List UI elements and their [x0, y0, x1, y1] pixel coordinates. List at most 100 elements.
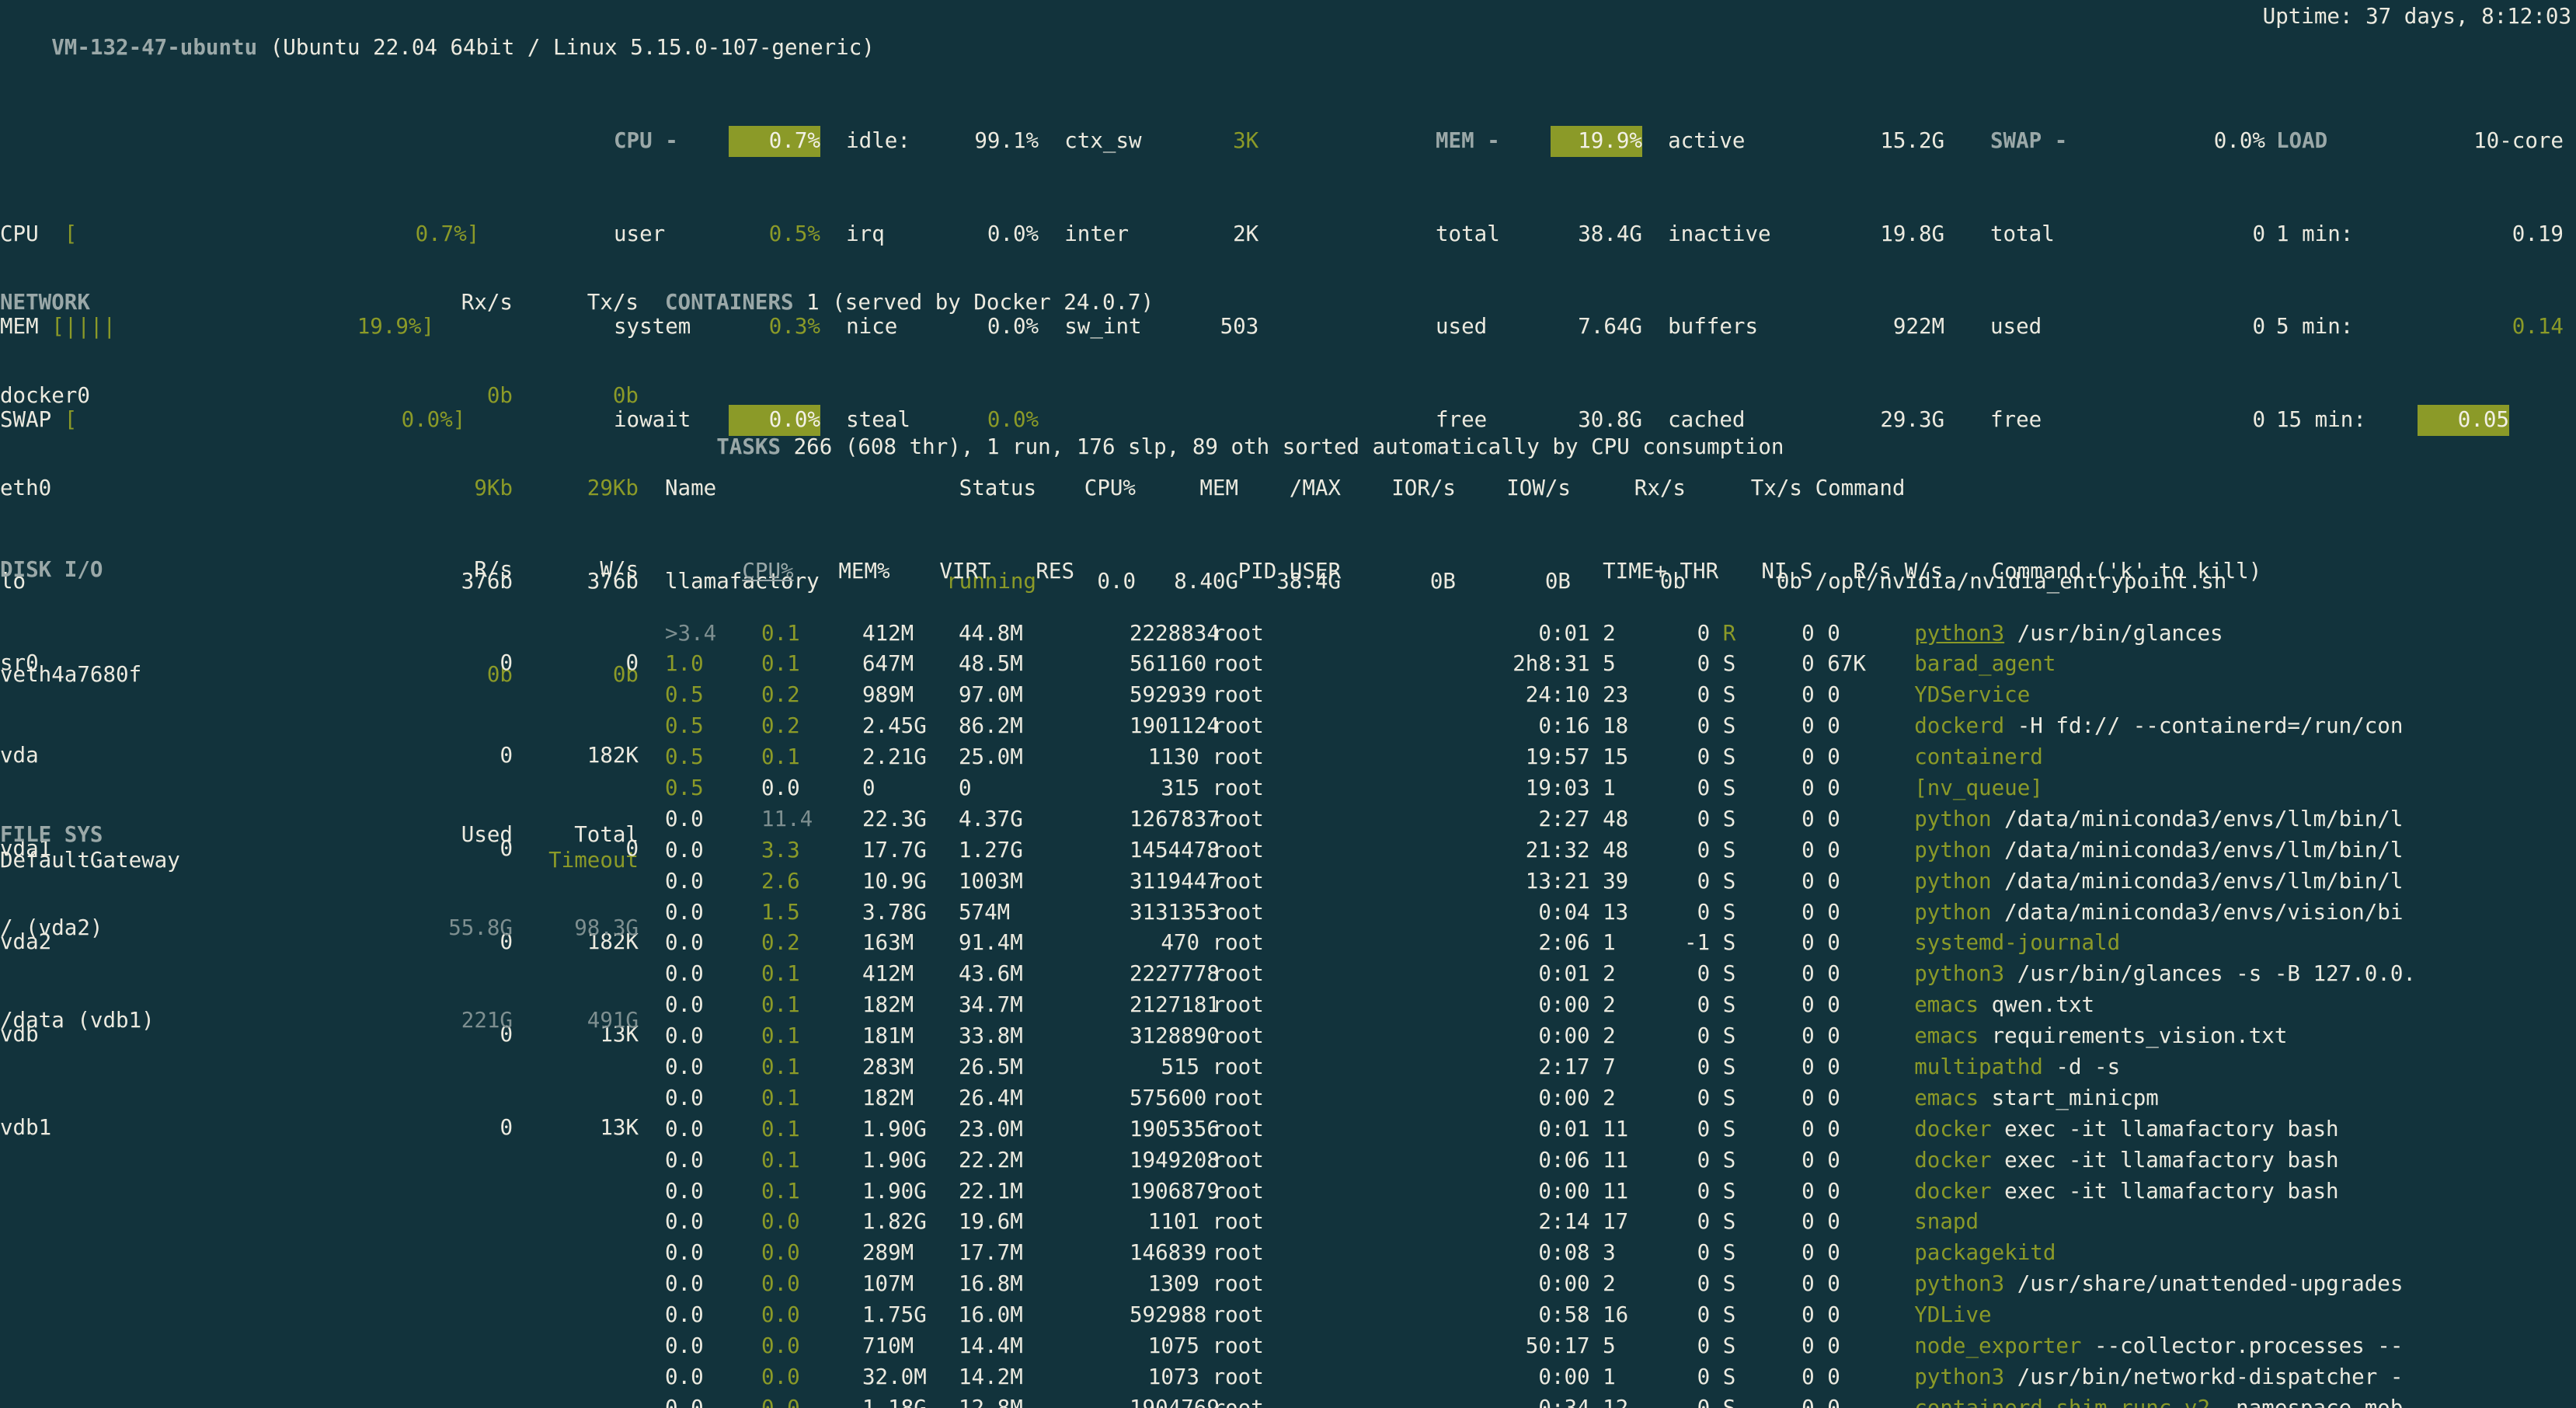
proc-pid: 592988: [1130, 1302, 1207, 1328]
process-row[interactable]: 0.0 0.1 182M 34.7M 2127181 root 0:00 20 S0 0 …: [665, 990, 2416, 1021]
proc-thr: 2: [1603, 1023, 1616, 1049]
hostname: VM-132-47-ubuntu: [51, 34, 258, 60]
proc-cell-gap: [1878, 1052, 1914, 1083]
proc-cpu: 0.0: [665, 930, 704, 956]
proc-cell-gap: [1815, 1054, 1828, 1079]
process-row[interactable]: 0.5 0.2 2.45G 86.2M 1901124 root 0:16 18 0 S0 …: [665, 711, 2416, 742]
proc-col-ni[interactable]: NI: [1729, 556, 1787, 587]
proc-ws: 0: [1827, 806, 1840, 831]
process-row[interactable]: 0.0 2.6 10.9G 1003M 3119447 root 13:21 39 0 S0…: [665, 866, 2416, 897]
proc-cell-gap: [1815, 961, 1828, 986]
proc-cell-gap: [1815, 1396, 1828, 1408]
process-row[interactable]: 0.0 0.0 710M 14.4M 1075 root 50:17 50 S0 0 no…: [665, 1331, 2416, 1362]
proc-ws: 0: [1827, 1209, 1840, 1235]
process-row[interactable]: 0.0 0.2 163M 91.4M 470 root 2:06 1 -1 S 0 0 sys…: [665, 928, 2416, 959]
proc-ni: 0: [1697, 1023, 1711, 1049]
process-row[interactable]: 0.5 0.1 2.21G 25.0M 1130 root 19:57 15 0 S0 0 …: [665, 742, 2416, 773]
proc-ws: 0: [1827, 1395, 1840, 1408]
process-row[interactable]: 0.5 0.2 989M 97.0M 592939 root 24:10 23 0 S0 0…: [665, 680, 2416, 711]
proc-col-virt[interactable]: VIRT: [939, 556, 1036, 587]
proc-thr: 39: [1603, 868, 1629, 894]
filesys-row: /data (vdb1) 221G 491G: [0, 1005, 639, 1037]
proc-col-mem[interactable]: MEM%: [838, 556, 939, 587]
proc-s: S: [1722, 744, 1736, 770]
process-row[interactable]: 0.5 0.0 0 0 315 root 19:03 10 S0 0 [nv_queue]: [665, 773, 2416, 804]
proc-cell-gap: [1199, 961, 1213, 986]
proc-mem: 0.1: [761, 651, 800, 677]
proc-command-name: python3: [1914, 961, 2005, 987]
process-row[interactable]: 0.0 0.0 289M 17.7M 146839 root 0:08 30 S0 0 p…: [665, 1238, 2416, 1269]
load-5min-value: 0.14: [2512, 314, 2564, 340]
process-row[interactable]: 0.0 1.5 3.78G 574M 3131353 root 0:04 13 0 S0 0…: [665, 897, 2416, 929]
proc-col-time[interactable]: TIME+: [1554, 556, 1667, 587]
proc-s: S: [1722, 1023, 1736, 1049]
proc-mem: 0.1: [761, 620, 800, 646]
cpu-title-row: CPU - 0.7% idle: 99.1% ctx_sw 3K: [614, 125, 1258, 157]
proc-user: root: [1212, 713, 1264, 739]
proc-col-ws[interactable]: W/s: [1905, 556, 1956, 587]
proc-cell-gap: [1815, 744, 1828, 769]
proc-command-name: python3: [1914, 1271, 2005, 1297]
proc-res: 1.27G: [959, 837, 1023, 863]
proc-cell-gap: [1878, 649, 1914, 680]
proc-command-name: node_exporter: [1914, 1333, 2082, 1358]
proc-user: root: [1212, 1178, 1264, 1204]
proc-virt: 1.90G: [862, 1147, 927, 1173]
proc-thr: 18: [1603, 713, 1629, 739]
proc-col-pid[interactable]: PID: [1206, 556, 1277, 587]
diskio-row: vdb1 0 13K: [0, 1113, 639, 1144]
proc-user: root: [1212, 1302, 1264, 1328]
process-row[interactable]: 0.0 0.1 412M 43.6M 2227778 root 0:01 20 S0 0 …: [665, 959, 2416, 990]
proc-col-command[interactable]: Command ('k' to kill): [1992, 559, 2262, 584]
proc-col-thr[interactable]: THR: [1680, 556, 1729, 587]
proc-col-user[interactable]: USER: [1290, 556, 1554, 587]
process-row[interactable]: 0.0 0.0 1.75G 16.0M 592988 root 0:58 16 0 S0 0…: [665, 1300, 2416, 1331]
proc-cell-gap: [1878, 1238, 1914, 1269]
proc-rs: 0: [1801, 899, 1815, 925]
process-table: CPU% MEM% VIRT RES PID USER TIME+ THR NI S R/s …: [665, 463, 2416, 1408]
process-row[interactable]: 0.0 0.0 107M 16.8M 1309 root 0:00 20 S0 0 pyt…: [665, 1269, 2416, 1300]
proc-cell-gap: [1710, 1209, 1723, 1234]
proc-cell-gap: [1815, 1364, 1828, 1389]
proc-col-cpu[interactable]: CPU%: [742, 556, 838, 587]
proc-col-rs[interactable]: R/s: [1833, 556, 1892, 587]
process-row[interactable]: 0.0 0.0 1.18G 12.8M 1904769 root 0:34 12 0 S0 …: [665, 1393, 2416, 1408]
proc-command-name: containerd-shim-runc-v2: [1914, 1395, 2211, 1408]
proc-virt: 182M: [862, 1085, 914, 1110]
swap-title: SWAP -: [1990, 127, 2068, 153]
proc-s: S: [1722, 837, 1736, 863]
process-row[interactable]: 0.0 0.1 1.90G 22.2M 1949208 root 0:06 11 0 S0 …: [665, 1145, 2416, 1176]
diskio-device-name: vdb1: [0, 1115, 52, 1141]
proc-time: 0:16: [1538, 713, 1590, 739]
process-row[interactable]: 0.0 0.1 181M 33.8M 3128890 root 0:00 20 S0 0 …: [665, 1021, 2416, 1052]
process-row[interactable]: 0.0 0.1 283M 26.5M 515 root 2:17 70 S0 0 mult…: [665, 1052, 2416, 1083]
process-row[interactable]: 0.0 11.4 22.3G 4.37G 1267837 root 2:27 48 0 S0…: [665, 804, 2416, 835]
proc-command-args: qwen.txt: [1979, 992, 2095, 1018]
proc-pid: 515: [1161, 1054, 1199, 1079]
process-row[interactable]: 0.0 0.1 182M 26.4M 575600 root 0:00 20 S0 0 e…: [665, 1083, 2416, 1114]
proc-cell-gap: [1815, 1023, 1828, 1048]
proc-user: root: [1212, 1209, 1264, 1235]
proc-ws: 0: [1827, 1302, 1840, 1328]
proc-pid: 1905356: [1130, 1116, 1220, 1141]
proc-rs: 0: [1801, 930, 1815, 956]
diskio-header-row: DISK I/O R/s W/s: [0, 555, 639, 586]
process-row[interactable]: 0.0 3.3 17.7G 1.27G 1454478 root 21:32 48 0 S0…: [665, 835, 2416, 866]
process-row[interactable]: >3.4 0.1 412M 44.8M 2228834 root 0:01 20 R0 0…: [665, 619, 2416, 650]
proc-cell-gap: [1878, 1300, 1914, 1331]
proc-mem: 0.0: [761, 1395, 800, 1408]
swap-total-pct: 0.0%: [2213, 127, 2265, 153]
diskio-read: 0: [500, 650, 513, 675]
process-row[interactable]: 0.0 0.0 1.82G 19.6M 1101 root 2:14 17 0 S0 0 s…: [665, 1207, 2416, 1238]
process-row[interactable]: 1.0 0.1 647M 48.5M 561160 root 2h8:31 50 S0 6…: [665, 649, 2416, 680]
proc-command-name: python: [1914, 899, 1992, 925]
proc-col-res[interactable]: RES: [1036, 556, 1206, 587]
proc-ni: -1: [1684, 930, 1711, 956]
proc-cell-gap: [1710, 1117, 1723, 1141]
process-row[interactable]: 0.0 0.1 1.90G 23.0M 1905356 root 0:01 11 0 S0 …: [665, 1114, 2416, 1145]
proc-res: 26.5M: [959, 1054, 1023, 1079]
proc-cell-gap: [1590, 992, 1603, 1017]
process-row[interactable]: 0.0 0.0 32.0M 14.2M 1073 root 0:00 10 S0 0 py…: [665, 1362, 2416, 1393]
proc-col-s[interactable]: S: [1800, 556, 1833, 587]
process-row[interactable]: 0.0 0.1 1.90G 22.1M 1906879 root 0:00 11 0 S0 …: [665, 1176, 2416, 1208]
